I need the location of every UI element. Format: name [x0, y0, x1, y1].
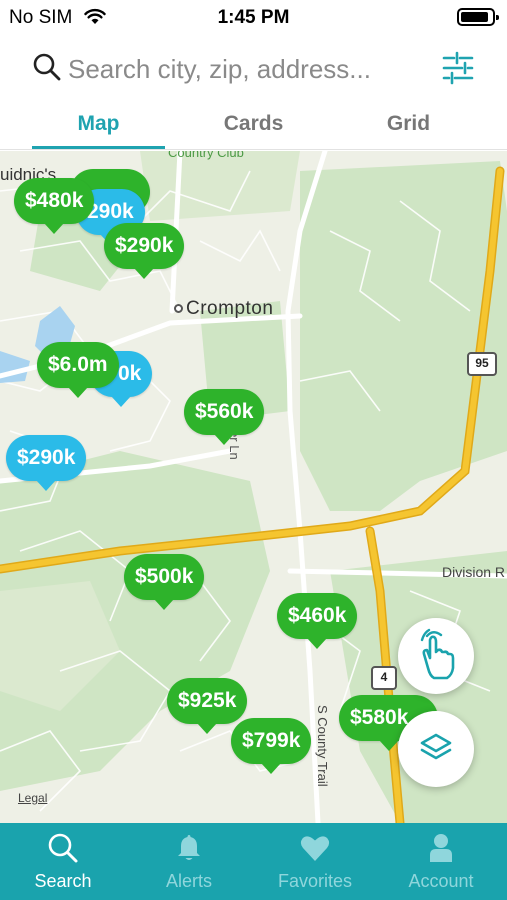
nav-label-favorites: Favorites: [277, 871, 353, 891]
town-name: Crompton: [186, 298, 274, 319]
person-icon: [430, 834, 452, 862]
price-pin[interactable]: $290k: [104, 223, 185, 279]
draw-area-button[interactable]: [398, 618, 474, 694]
sliders-icon[interactable]: [440, 50, 476, 86]
label-country-club: Country Club: [168, 151, 244, 160]
nav-label-account: Account: [408, 871, 474, 891]
price-pin[interactable]: $460k: [277, 593, 358, 649]
route-shield-4: 4: [371, 666, 397, 690]
label-crompton: Crompton: [174, 298, 273, 320]
status-bar: No SIM 1:45 PM: [0, 0, 507, 36]
price-pin[interactable]: $6.0m: [37, 342, 119, 398]
map-view[interactable]: Country Club uidnic's Crompton Quaker Ln…: [0, 151, 507, 823]
nav-account[interactable]: Account: [378, 823, 504, 900]
hand-draw-icon: [420, 628, 455, 680]
battery-level: [461, 12, 488, 22]
layers-icon: [420, 733, 452, 760]
bottom-nav: Search Alerts Favorites Account: [0, 823, 507, 900]
tab-cards[interactable]: Cards: [187, 102, 320, 150]
tab-indicator: [32, 146, 165, 149]
price-pin[interactable]: $480k: [14, 178, 95, 234]
heart-icon: [300, 836, 330, 861]
search-bar: [0, 44, 507, 94]
price-pin[interactable]: $500k: [124, 554, 205, 610]
view-tabs: Map Cards Grid: [0, 102, 507, 150]
nav-alerts[interactable]: Alerts: [126, 823, 252, 900]
price-pin[interactable]: $799k: [231, 718, 312, 774]
nav-search[interactable]: Search: [0, 823, 126, 900]
bell-icon: [178, 835, 200, 860]
battery-icon: [457, 8, 499, 26]
tab-grid[interactable]: Grid: [342, 102, 475, 150]
app-screen: No SIM 1:45 PM Map Cards Grid: [0, 0, 507, 900]
label-division-rd: Division R: [442, 564, 506, 580]
clock: 1:45 PM: [217, 7, 290, 28]
nav-label-alerts: Alerts: [165, 871, 212, 891]
label-s-county-trail: S County Trail: [315, 705, 330, 787]
map-layers-button[interactable]: [398, 711, 474, 787]
nav-label-search: Search: [34, 871, 92, 891]
price-pin[interactable]: $925k: [167, 678, 248, 734]
price-pin[interactable]: $290k: [6, 435, 87, 491]
search-icon: [48, 833, 78, 863]
search-icon: [33, 53, 61, 81]
price-pin[interactable]: $560k: [184, 389, 265, 445]
nav-favorites[interactable]: Favorites: [252, 823, 378, 900]
legal-link[interactable]: Legal: [18, 791, 47, 805]
tab-map[interactable]: Map: [32, 102, 165, 150]
search-input[interactable]: [68, 47, 428, 91]
route-shield-95: 95: [467, 352, 497, 376]
